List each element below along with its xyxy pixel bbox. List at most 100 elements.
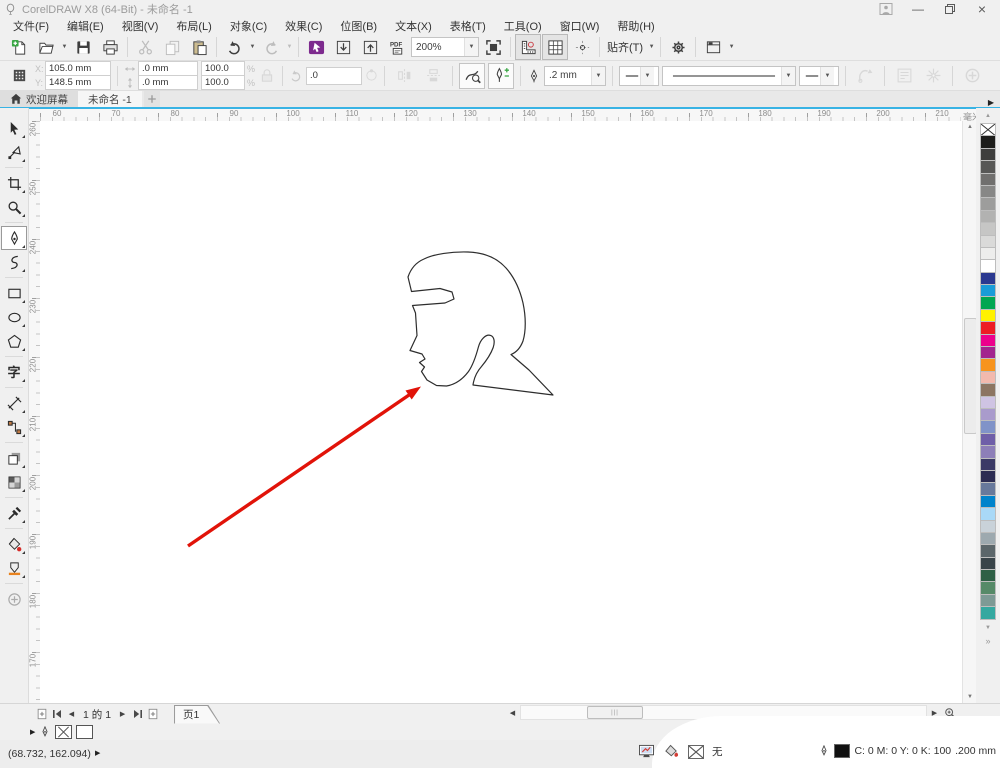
fill-preview-swatch[interactable]	[55, 725, 73, 739]
vertical-scrollbar[interactable]: ▲ ▼	[962, 121, 977, 703]
tab-document-1[interactable]: 未命名 -1	[78, 91, 142, 107]
color-swatch[interactable]	[980, 494, 996, 509]
outline-pen-icon[interactable]	[818, 745, 830, 757]
color-swatch[interactable]	[980, 358, 996, 372]
menu-item[interactable]: 视图(V)	[113, 17, 168, 35]
line-style-combo[interactable]: ▼	[662, 65, 796, 86]
undo-dropdown[interactable]: ▼	[248, 44, 257, 50]
previous-page-button[interactable]: ◀	[64, 707, 79, 722]
minimize-button[interactable]: —	[910, 2, 926, 16]
text-tool[interactable]: 字	[1, 360, 27, 384]
color-swatch[interactable]	[980, 569, 996, 583]
auto-add-nodes-button[interactable]	[488, 62, 514, 89]
arrow-end-combo[interactable]: ▼	[799, 65, 839, 86]
menu-item[interactable]: 编辑(E)	[58, 17, 113, 35]
color-swatch[interactable]	[980, 284, 996, 298]
scroll-up-icon[interactable]: ▲	[963, 121, 977, 133]
customize-tool[interactable]	[1, 587, 27, 611]
color-swatch[interactable]	[980, 593, 996, 608]
flyout-right-icon[interactable]: ▶	[30, 728, 35, 736]
add-page-start-button[interactable]	[34, 707, 49, 722]
outline-preview-swatch[interactable]	[76, 725, 94, 739]
color-swatch[interactable]	[980, 259, 996, 273]
fill-icon[interactable]	[663, 744, 680, 759]
color-swatch[interactable]	[980, 457, 996, 471]
color-swatch[interactable]	[980, 234, 996, 248]
snap-dropdown[interactable]: ▼	[647, 44, 656, 50]
new-tab-button[interactable]	[143, 91, 160, 107]
new-document-button[interactable]	[6, 34, 32, 60]
show-guidelines-toggle[interactable]	[569, 34, 595, 60]
color-swatch[interactable]	[980, 556, 996, 571]
menu-item[interactable]: 工具(O)	[495, 17, 551, 35]
color-swatch[interactable]	[980, 246, 996, 261]
menu-item[interactable]: 表格(T)	[441, 17, 495, 35]
color-swatch[interactable]	[980, 321, 996, 335]
undo-button[interactable]	[221, 34, 247, 60]
object-height-input[interactable]	[138, 75, 198, 90]
pen-tool[interactable]	[1, 226, 27, 250]
tab-welcome-screen[interactable]: 欢迎屏幕	[0, 91, 78, 107]
tab-scroll-right-icon[interactable]: ▶	[988, 98, 994, 107]
menu-item[interactable]: 文本(X)	[386, 17, 441, 35]
color-swatch[interactable]	[980, 407, 996, 422]
color-swatch[interactable]	[980, 531, 996, 546]
color-swatch[interactable]	[980, 160, 996, 174]
paste-button[interactable]	[186, 34, 212, 60]
ellipse-tool[interactable]	[1, 305, 27, 329]
horizontal-scrollbar-thumb[interactable]: |||	[587, 706, 643, 719]
color-swatch[interactable]	[980, 432, 996, 447]
color-swatch[interactable]	[980, 172, 996, 186]
color-swatch[interactable]	[980, 395, 996, 409]
close-button[interactable]: ×	[974, 1, 990, 17]
color-swatch[interactable]	[980, 482, 996, 496]
add-page-end-button[interactable]	[145, 707, 160, 722]
color-swatch[interactable]	[980, 308, 996, 323]
menu-item[interactable]: 布局(L)	[167, 17, 220, 35]
color-swatch[interactable]	[980, 519, 996, 533]
color-swatch[interactable]	[980, 383, 996, 397]
color-swatch[interactable]	[980, 346, 996, 360]
dimension-tool[interactable]	[1, 391, 27, 415]
outline-width-combo[interactable]: .2 mm ▼	[544, 65, 606, 86]
snap-to-label[interactable]: 贴齐(T)	[604, 39, 646, 55]
color-swatch[interactable]	[980, 606, 996, 620]
proof-colors-icon[interactable]	[638, 744, 655, 759]
crop-tool[interactable]	[1, 171, 27, 195]
preview-mode-button[interactable]	[459, 62, 485, 89]
next-page-button[interactable]: ▶	[115, 707, 130, 722]
eyedropper-tool[interactable]	[1, 501, 27, 525]
object-y-input[interactable]	[45, 75, 111, 90]
color-swatch[interactable]	[980, 420, 996, 434]
color-swatch[interactable]	[980, 333, 996, 348]
page-metrics-icon[interactable]	[6, 63, 32, 89]
rectangle-tool[interactable]	[1, 281, 27, 305]
shape-tool[interactable]	[1, 140, 27, 164]
drawing-canvas[interactable]	[40, 121, 962, 703]
object-width-input[interactable]	[138, 61, 198, 76]
pick-tool[interactable]	[1, 116, 27, 140]
rotation-angle-input[interactable]	[306, 66, 362, 85]
color-swatch[interactable]	[980, 135, 996, 149]
connector-tool[interactable]	[1, 415, 27, 439]
import-button[interactable]	[330, 34, 356, 60]
print-button[interactable]	[97, 34, 123, 60]
window-options-button[interactable]	[700, 34, 726, 60]
smart-fill-tool[interactable]	[1, 556, 27, 580]
color-swatch[interactable]	[980, 271, 996, 286]
fullscreen-preview-button[interactable]	[480, 34, 506, 60]
object-x-input[interactable]	[45, 61, 111, 76]
color-swatch[interactable]	[980, 296, 996, 310]
menu-item[interactable]: 对象(C)	[221, 17, 276, 35]
menu-item[interactable]: 文件(F)	[4, 17, 58, 35]
polygon-tool[interactable]	[1, 329, 27, 353]
zoom-level-combo[interactable]: 200% ▼	[411, 37, 479, 57]
color-swatch[interactable]	[980, 581, 996, 595]
save-button[interactable]	[70, 34, 96, 60]
palette-scroll-up-icon[interactable]: ▲	[979, 110, 997, 122]
open-button[interactable]	[33, 34, 59, 60]
app-launcher-button[interactable]	[303, 34, 329, 60]
palette-scroll-down-icon[interactable]: ▼	[979, 622, 997, 634]
export-button[interactable]	[357, 34, 383, 60]
color-swatch[interactable]	[980, 469, 996, 484]
